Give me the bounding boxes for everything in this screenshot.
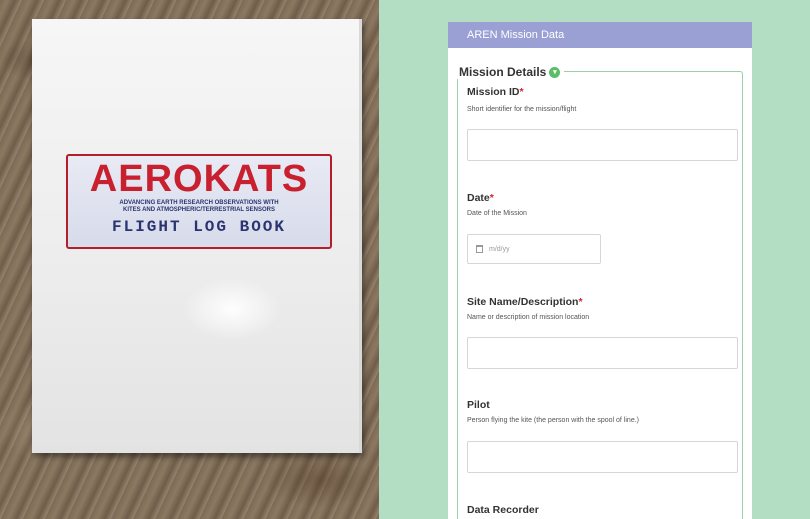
mission-id-label-text: Mission ID bbox=[467, 86, 520, 98]
required-mark: * bbox=[489, 192, 494, 204]
mission-id-help: Short identifier for the mission/flight bbox=[467, 106, 577, 113]
data-recorder-label: Data Recorder bbox=[467, 504, 539, 516]
section-title: Mission Details bbox=[459, 65, 547, 79]
date-label: Date* bbox=[467, 192, 494, 204]
logbook-tagline: Advancing Earth Research Observations wi… bbox=[74, 200, 324, 214]
data-recorder-label-text: Data Recorder bbox=[467, 504, 539, 516]
logbook-tagline-line1: Advancing Earth Research Observations wi… bbox=[119, 200, 279, 206]
pilot-help: Person flying the kite (the person with … bbox=[467, 417, 639, 424]
calendar-icon bbox=[476, 245, 483, 253]
logbook-cover: AEROKATS Advancing Earth Research Observ… bbox=[32, 19, 362, 453]
pilot-label: Pilot bbox=[467, 399, 490, 411]
mission-id-input[interactable] bbox=[467, 129, 738, 161]
mission-details-legend[interactable]: Mission Details ▾ bbox=[455, 65, 565, 79]
site-input[interactable] bbox=[467, 337, 738, 369]
site-label-text: Site Name/Description bbox=[467, 296, 579, 308]
logbook-label: AEROKATS Advancing Earth Research Observ… bbox=[66, 154, 332, 249]
site-label: Site Name/Description* bbox=[467, 296, 583, 308]
logbook-tagline-line2: Kites and Atmospheric/Terrestrial Sensor… bbox=[122, 207, 275, 213]
logbook-subtitle: FLIGHT LOG BOOK bbox=[111, 218, 287, 236]
pilot-label-text: Pilot bbox=[467, 399, 490, 411]
date-placeholder: m/d/yy bbox=[489, 245, 510, 253]
pilot-input[interactable] bbox=[467, 441, 738, 473]
logbook-brand: AEROKATS bbox=[89, 158, 309, 200]
mission-id-label: Mission ID* bbox=[467, 86, 524, 98]
date-label-text: Date bbox=[467, 192, 490, 204]
form-header-title: AREN Mission Data bbox=[448, 22, 752, 48]
collapse-toggle-icon[interactable]: ▾ bbox=[549, 66, 561, 78]
date-help: Date of the Mission bbox=[467, 210, 527, 217]
required-mark: * bbox=[578, 296, 583, 308]
site-help: Name or description of mission location bbox=[467, 314, 590, 321]
date-input[interactable]: m/d/yy bbox=[467, 234, 601, 264]
logbook-photo: AEROKATS Advancing Earth Research Observ… bbox=[0, 0, 379, 519]
required-mark: * bbox=[519, 86, 524, 98]
